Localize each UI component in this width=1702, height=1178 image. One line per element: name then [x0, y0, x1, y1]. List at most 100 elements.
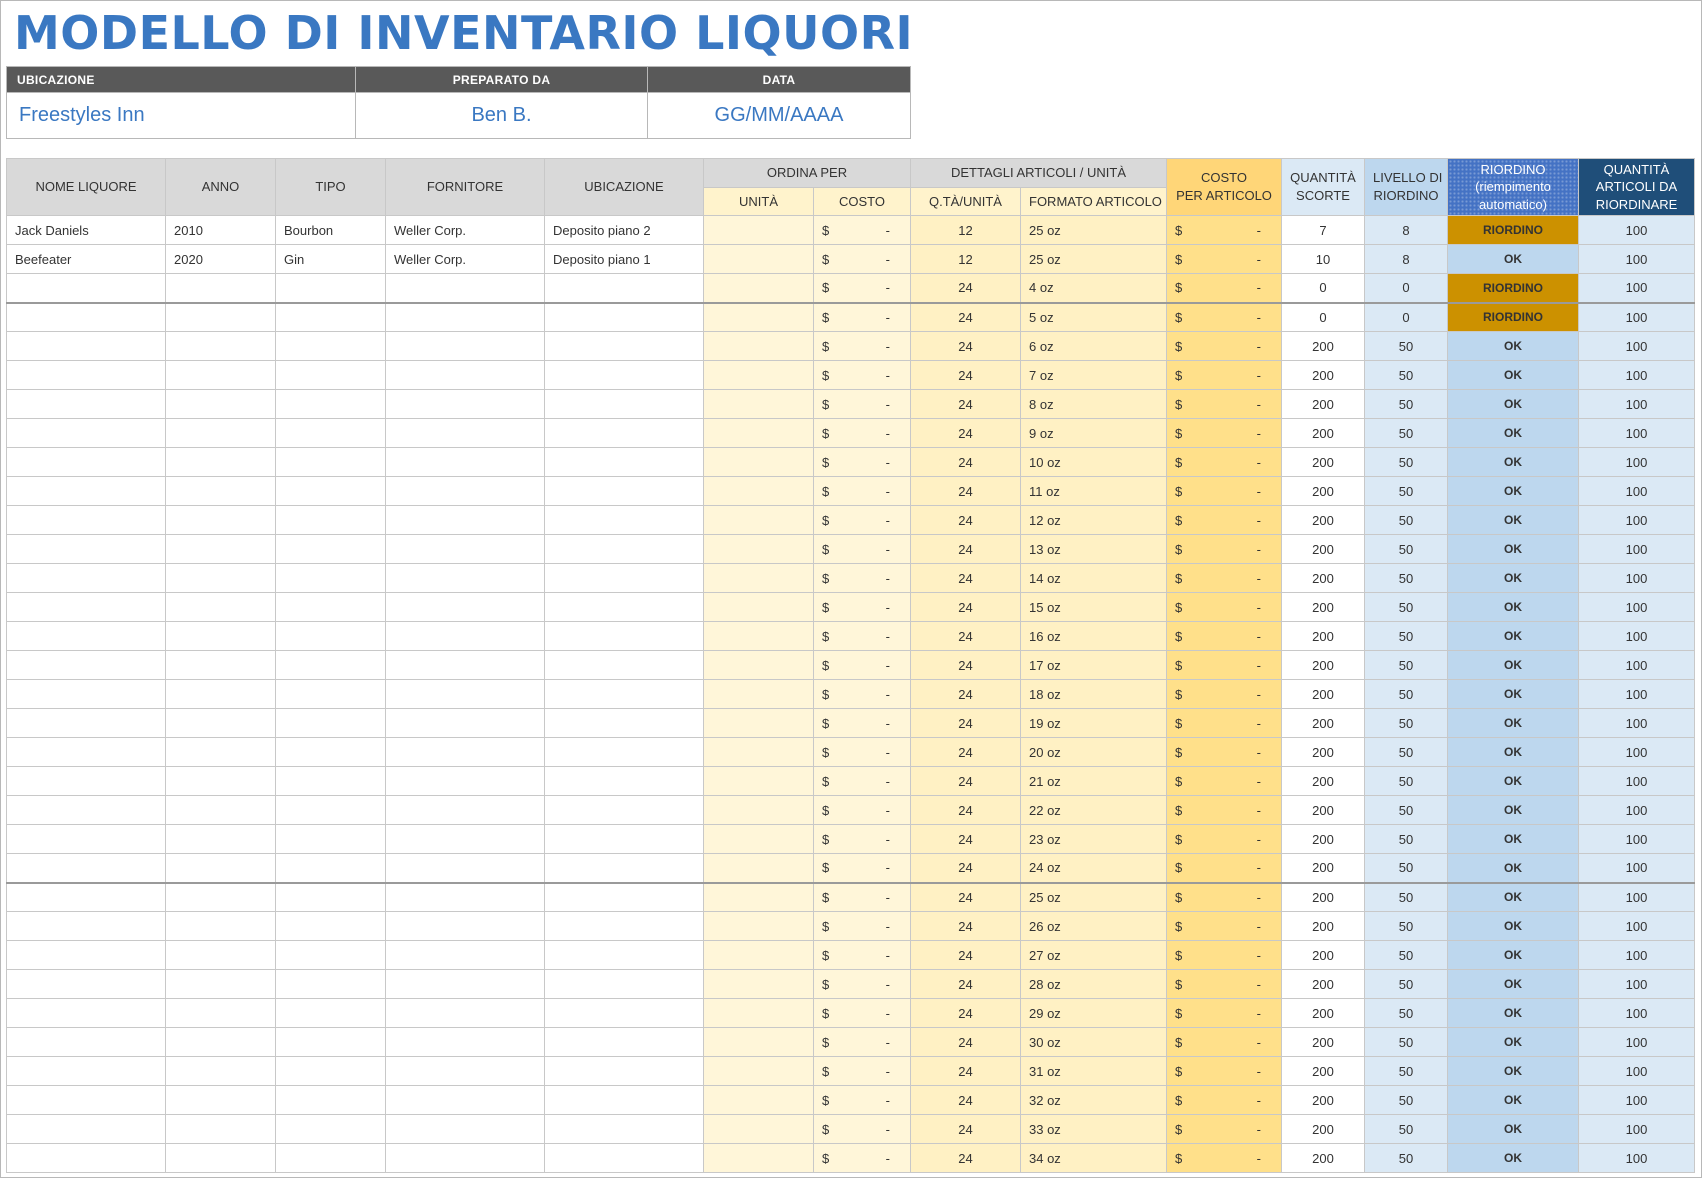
cell-costo[interactable]: $ - — [813, 331, 911, 361]
cell-qta-riordinare[interactable]: 100 — [1578, 301, 1695, 332]
cell-anno[interactable] — [165, 911, 276, 941]
cell-quantita-scorte[interactable]: 200 — [1281, 1056, 1365, 1086]
cell-fornitore[interactable] — [385, 650, 545, 680]
cell-tipo[interactable] — [275, 824, 386, 854]
cell-qta-unita[interactable]: 12 — [910, 215, 1021, 245]
cell-qta-unita[interactable]: 24 — [910, 737, 1021, 767]
cell-fornitore[interactable] — [385, 1027, 545, 1057]
cell-costo[interactable]: $ - — [813, 621, 911, 651]
cell-qta-unita[interactable]: 24 — [910, 650, 1021, 680]
cell-nome[interactable] — [6, 853, 166, 883]
cell-ubicazione[interactable] — [544, 1114, 704, 1144]
cell-livello[interactable]: 50 — [1364, 476, 1448, 506]
cell-nome[interactable] — [6, 795, 166, 825]
cell-formato[interactable]: 25 oz — [1020, 215, 1167, 245]
cell-qta-riordinare[interactable]: 100 — [1578, 853, 1695, 883]
cell-costo[interactable]: $ - — [813, 273, 911, 303]
cell-formato[interactable]: 5 oz — [1020, 301, 1167, 332]
cell-livello[interactable]: 50 — [1364, 853, 1448, 883]
cell-qta-unita[interactable]: 24 — [910, 476, 1021, 506]
cell-ubicazione[interactable] — [544, 389, 704, 419]
cell-nome[interactable] — [6, 592, 166, 622]
cell-anno[interactable] — [165, 1143, 276, 1173]
cell-anno[interactable] — [165, 1085, 276, 1115]
cell-nome[interactable] — [6, 1085, 166, 1115]
cell-quantita-scorte[interactable]: 200 — [1281, 1143, 1365, 1173]
cell-tipo[interactable] — [275, 881, 386, 912]
cell-unita[interactable] — [703, 737, 814, 767]
cell-unita[interactable] — [703, 621, 814, 651]
cell-ubicazione[interactable] — [544, 418, 704, 448]
cell-quantita-scorte[interactable]: 200 — [1281, 650, 1365, 680]
cell-unita[interactable] — [703, 969, 814, 999]
cell-livello[interactable]: 50 — [1364, 592, 1448, 622]
cell-unita[interactable] — [703, 940, 814, 970]
cell-formato[interactable]: 6 oz — [1020, 331, 1167, 361]
cell-qta-unita[interactable]: 24 — [910, 1027, 1021, 1057]
cell-unita[interactable] — [703, 1143, 814, 1173]
cell-livello[interactable]: 50 — [1364, 1143, 1448, 1173]
cell-fornitore[interactable] — [385, 737, 545, 767]
cell-quantita-scorte[interactable]: 7 — [1281, 215, 1365, 245]
cell-qta-riordinare[interactable]: 100 — [1578, 418, 1695, 448]
cell-fornitore[interactable] — [385, 881, 545, 912]
cell-qta-unita[interactable]: 24 — [910, 331, 1021, 361]
cell-tipo[interactable] — [275, 737, 386, 767]
cell-quantita-scorte[interactable]: 10 — [1281, 244, 1365, 274]
cell-qta-riordinare[interactable]: 100 — [1578, 215, 1695, 245]
cell-qta-unita[interactable]: 24 — [910, 534, 1021, 564]
cell-qta-unita[interactable]: 24 — [910, 998, 1021, 1028]
cell-formato[interactable]: 21 oz — [1020, 766, 1167, 796]
cell-costo[interactable]: $ - — [813, 708, 911, 738]
cell-nome[interactable] — [6, 360, 166, 390]
cell-tipo[interactable] — [275, 563, 386, 593]
cell-quantita-scorte[interactable]: 200 — [1281, 418, 1365, 448]
cell-formato[interactable]: 29 oz — [1020, 998, 1167, 1028]
cell-fornitore[interactable] — [385, 1143, 545, 1173]
cell-livello[interactable]: 50 — [1364, 447, 1448, 477]
cell-fornitore[interactable] — [385, 592, 545, 622]
cell-anno[interactable] — [165, 534, 276, 564]
cell-formato[interactable]: 26 oz — [1020, 911, 1167, 941]
cell-quantita-scorte[interactable]: 200 — [1281, 853, 1365, 883]
cell-unita[interactable] — [703, 998, 814, 1028]
cell-livello[interactable]: 50 — [1364, 331, 1448, 361]
cell-anno[interactable] — [165, 737, 276, 767]
cell-costo[interactable]: $ - — [813, 1143, 911, 1173]
cell-anno[interactable] — [165, 824, 276, 854]
cell-unita[interactable] — [703, 563, 814, 593]
cell-nome[interactable] — [6, 969, 166, 999]
cell-fornitore[interactable] — [385, 853, 545, 883]
cell-fornitore[interactable] — [385, 679, 545, 709]
cell-nome[interactable] — [6, 534, 166, 564]
cell-quantita-scorte[interactable]: 200 — [1281, 766, 1365, 796]
cell-quantita-scorte[interactable]: 200 — [1281, 621, 1365, 651]
cell-fornitore[interactable] — [385, 418, 545, 448]
cell-costo[interactable]: $ - — [813, 563, 911, 593]
cell-qta-riordinare[interactable]: 100 — [1578, 881, 1695, 912]
cell-fornitore[interactable] — [385, 824, 545, 854]
cell-fornitore[interactable] — [385, 795, 545, 825]
cell-tipo[interactable] — [275, 940, 386, 970]
cell-fornitore[interactable] — [385, 998, 545, 1028]
cell-ubicazione[interactable] — [544, 737, 704, 767]
cell-costo[interactable]: $ - — [813, 476, 911, 506]
cell-anno[interactable] — [165, 331, 276, 361]
cell-tipo[interactable] — [275, 795, 386, 825]
cell-formato[interactable]: 14 oz — [1020, 563, 1167, 593]
cell-ubicazione[interactable] — [544, 824, 704, 854]
cell-livello[interactable]: 50 — [1364, 1027, 1448, 1057]
cell-nome[interactable] — [6, 389, 166, 419]
cell-formato[interactable]: 17 oz — [1020, 650, 1167, 680]
cell-fornitore[interactable] — [385, 389, 545, 419]
cell-qta-riordinare[interactable]: 100 — [1578, 360, 1695, 390]
cell-fornitore[interactable] — [385, 447, 545, 477]
cell-fornitore[interactable] — [385, 911, 545, 941]
cell-tipo[interactable]: Gin — [275, 244, 386, 274]
cell-ubicazione[interactable] — [544, 592, 704, 622]
cell-formato[interactable]: 10 oz — [1020, 447, 1167, 477]
cell-tipo[interactable] — [275, 534, 386, 564]
cell-nome[interactable] — [6, 273, 166, 303]
cell-tipo[interactable] — [275, 447, 386, 477]
cell-unita[interactable] — [703, 592, 814, 622]
